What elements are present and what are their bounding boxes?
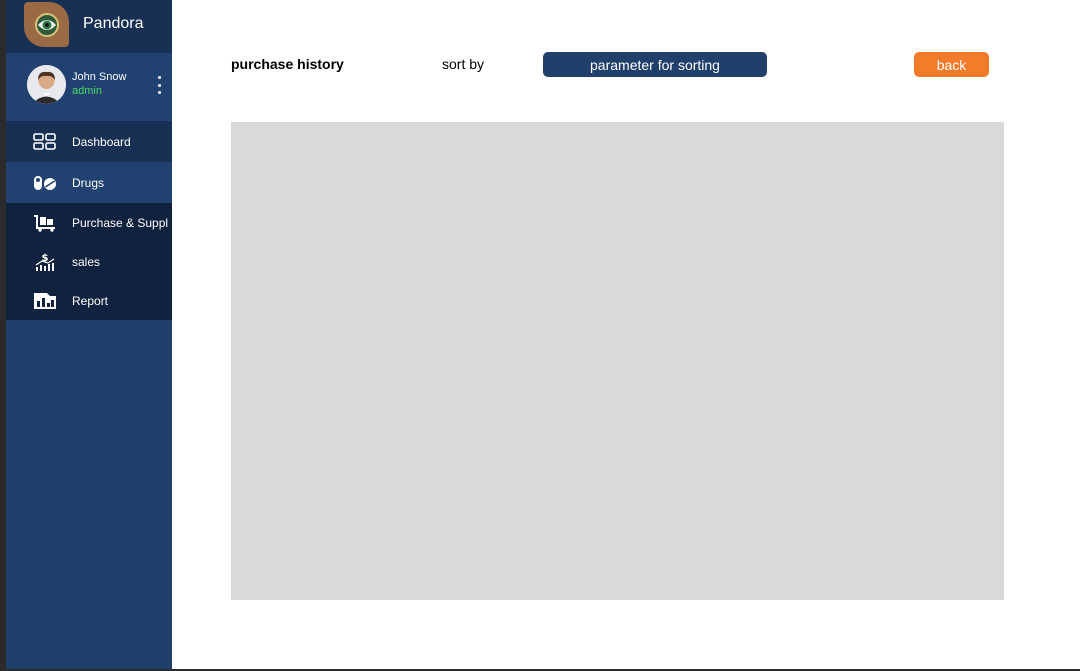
- sidebar-item-label: Report: [72, 293, 109, 308]
- sidebar-item-report[interactable]: Report: [6, 281, 172, 320]
- sidebar-item-dashboard[interactable]: Dashboard: [6, 121, 172, 162]
- sort-dropdown[interactable]: parameter for sorting: [543, 52, 767, 77]
- brand-name: Pandora: [83, 15, 144, 32]
- purchase-history-panel: [231, 122, 1004, 600]
- sidebar-item-drugs[interactable]: Drugs: [6, 162, 172, 203]
- cart-icon: [33, 213, 57, 233]
- avatar[interactable]: [27, 65, 66, 104]
- sidebar: Pandora John Snow admin Dashboard Drugs …: [6, 0, 172, 669]
- money-chart-icon: $: [33, 252, 57, 272]
- user-profile[interactable]: John Snow admin: [6, 53, 172, 121]
- sidebar-item-label: Dashboard: [72, 134, 131, 149]
- pandora-logo: [24, 2, 69, 47]
- app-window: Pandora John Snow admin Dashboard Drugs …: [0, 0, 1080, 671]
- pills-icon: [33, 173, 57, 193]
- user-role: admin: [72, 85, 102, 97]
- page-title: purchase history: [231, 56, 344, 72]
- sidebar-item-label: Drugs: [72, 175, 105, 190]
- sort-label: sort by: [442, 56, 485, 72]
- dashboard-grid-icon: [33, 132, 57, 152]
- brand-header: Pandora: [6, 0, 172, 53]
- sidebar-item-label: Purchase & Suppl: [72, 216, 169, 230]
- back-button[interactable]: back: [914, 52, 989, 77]
- sidebar-item-label: sales: [72, 255, 101, 269]
- sidebar-item-sales[interactable]: $ sales: [6, 243, 172, 281]
- more-options-icon[interactable]: [152, 75, 166, 95]
- sidebar-item-purchase-supply[interactable]: Purchase & Suppl: [6, 203, 172, 243]
- report-chart-icon: [33, 291, 57, 311]
- user-name: John Snow: [72, 71, 127, 83]
